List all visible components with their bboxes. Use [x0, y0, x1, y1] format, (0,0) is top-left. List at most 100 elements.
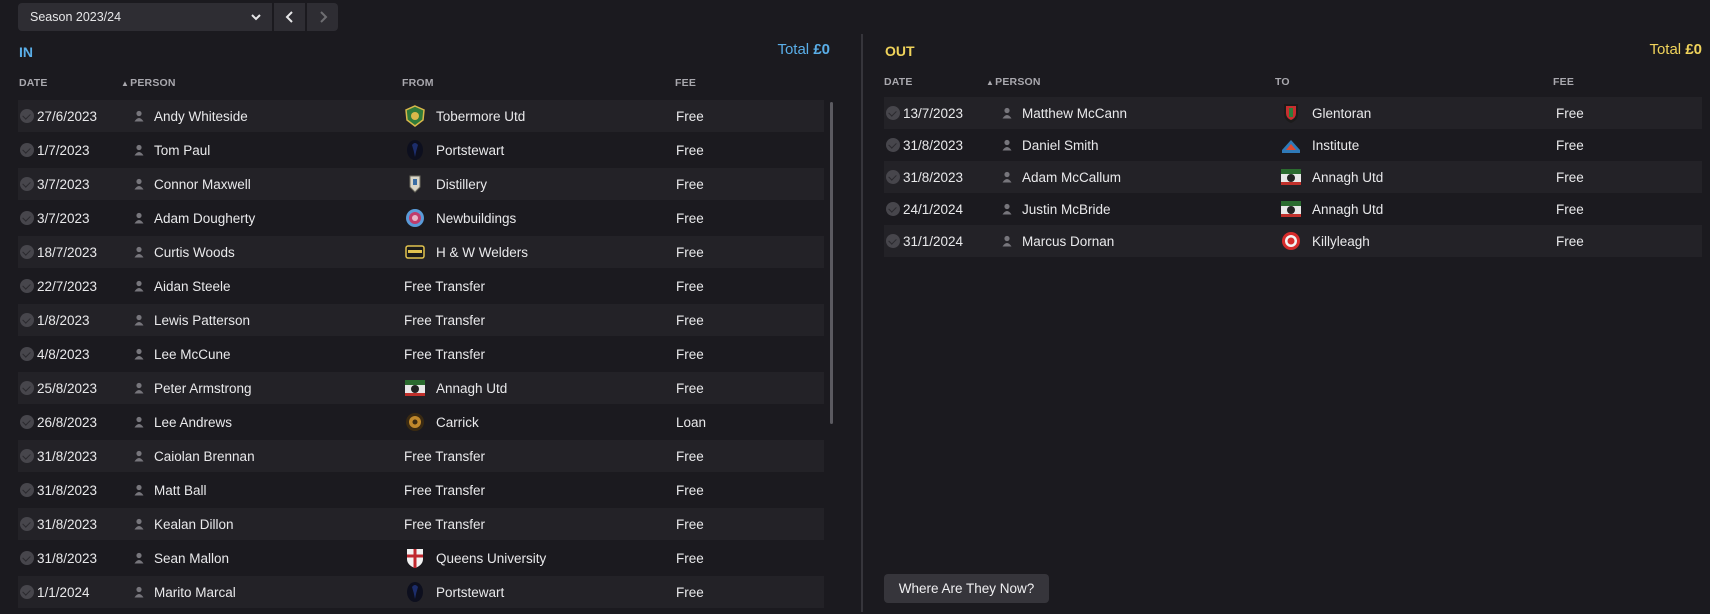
club-cell[interactable]: Institute	[1280, 129, 1359, 161]
person-cell[interactable]: Lee McCune	[134, 338, 231, 370]
out-col-fee[interactable]: FEE	[1553, 76, 1574, 88]
person-icon	[134, 382, 144, 394]
queens-badge-icon	[404, 547, 426, 569]
club-name: Distillery	[436, 176, 488, 192]
table-row[interactable]: 13/7/2023 Matthew McCann Glentoran Free	[884, 97, 1702, 129]
table-row[interactable]: 31/8/2023 Kealan Dillon Free Transfer Free	[18, 508, 824, 540]
previous-season-button[interactable]	[274, 3, 305, 31]
club-name: Free Transfer	[404, 278, 486, 294]
out-col-person[interactable]: ▲PERSON	[986, 76, 1041, 88]
person-cell[interactable]: Matt Ball	[134, 474, 207, 506]
table-row[interactable]: 31/8/2023 Matt Ball Free Transfer Free	[18, 474, 824, 506]
club-cell[interactable]: H & W Welders	[404, 236, 528, 268]
table-row[interactable]: 18/7/2023 Curtis Woods H & W Welders Free	[18, 236, 824, 268]
date-cell: 13/7/2023	[886, 97, 963, 129]
table-row[interactable]: 1/8/2023 Lewis Patterson Free Transfer Free	[18, 304, 824, 336]
in-col-from[interactable]: FROM	[402, 77, 434, 89]
date-cell: 26/8/2023	[20, 406, 97, 438]
person-cell[interactable]: Tom Paul	[134, 134, 210, 166]
check-icon	[20, 313, 34, 327]
table-row[interactable]: 1/1/2024 Marito Marcal Portstewart Free	[18, 576, 824, 608]
table-row[interactable]: 22/7/2023 Aidan Steele Free Transfer Free	[18, 270, 824, 302]
table-row[interactable]: 26/8/2023 Lee Andrews Carrick Loan	[18, 406, 824, 438]
person-icon	[1002, 107, 1012, 119]
next-season-button[interactable]	[307, 3, 338, 31]
person-cell[interactable]: Caiolan Brennan	[134, 440, 255, 472]
season-dropdown[interactable]: Season 2023/24	[18, 3, 272, 31]
table-row[interactable]: 27/6/2023 Andy Whiteside Tobermore Utd Free	[18, 100, 824, 132]
annagh-badge-icon	[1280, 166, 1302, 188]
person-cell[interactable]: Kealan Dillon	[134, 508, 234, 540]
season-label: Season 2023/24	[30, 10, 122, 24]
table-row[interactable]: 25/8/2023 Peter Armstrong Annagh Utd Free	[18, 372, 824, 404]
glentoran-badge-icon	[1280, 102, 1302, 124]
person-name: Connor Maxwell	[154, 176, 251, 192]
club-cell[interactable]: Annagh Utd	[1280, 161, 1383, 193]
club-name: Free Transfer	[404, 448, 486, 464]
person-cell[interactable]: Sean Mallon	[134, 542, 229, 574]
club-cell[interactable]: Queens University	[404, 542, 546, 574]
out-total: Total £0	[1649, 41, 1702, 58]
person-cell[interactable]: Lee Andrews	[134, 406, 232, 438]
person-icon	[1002, 235, 1012, 247]
club-cell[interactable]: Glentoran	[1280, 97, 1371, 129]
table-row[interactable]: 31/8/2023 Caiolan Brennan Free Transfer Fre…	[18, 440, 824, 472]
table-row[interactable]: 1/7/2023 Tom Paul Portstewart Free	[18, 134, 824, 166]
table-row[interactable]: 24/1/2024 Justin McBride Annagh Utd Free	[884, 193, 1702, 225]
carrick-badge-icon	[404, 411, 426, 433]
person-cell[interactable]: Daniel Smith	[1002, 129, 1099, 161]
table-row[interactable]: 31/8/2023 Daniel Smith Institute Free	[884, 129, 1702, 161]
person-cell[interactable]: Andy Whiteside	[134, 100, 248, 132]
person-cell[interactable]: Marcus Dornan	[1002, 225, 1114, 257]
in-scrollbar[interactable]	[830, 102, 833, 424]
in-col-person[interactable]: ▲PERSON	[121, 77, 176, 89]
table-row[interactable]: 31/8/2023 Sean Mallon Queens University Fre…	[18, 542, 824, 574]
table-row[interactable]: 3/7/2023 Connor Maxwell Distillery Free	[18, 168, 824, 200]
club-name: Queens University	[436, 550, 547, 566]
date-cell: 31/8/2023	[20, 508, 97, 540]
check-icon	[20, 381, 34, 395]
table-row[interactable]: 31/8/2023 Adam McCallum Annagh Utd Free	[884, 161, 1702, 193]
person-cell[interactable]: Justin McBride	[1002, 193, 1111, 225]
out-col-to[interactable]: TO	[1275, 76, 1290, 88]
club-cell[interactable]: Carrick	[404, 406, 479, 438]
in-col-date[interactable]: DATE	[19, 77, 48, 89]
person-cell[interactable]: Curtis Woods	[134, 236, 235, 268]
date-value: 31/1/2024	[903, 233, 964, 249]
person-cell[interactable]: Lewis Patterson	[134, 304, 250, 336]
date-value: 1/7/2023	[37, 142, 90, 158]
institute-badge-icon	[1280, 134, 1302, 156]
person-name: Matthew McCann	[1022, 105, 1128, 121]
date-value: 3/7/2023	[37, 176, 90, 192]
person-cell[interactable]: Peter Armstrong	[134, 372, 252, 404]
date-cell: 22/7/2023	[20, 270, 97, 302]
person-cell[interactable]: Aidan Steele	[134, 270, 231, 302]
date-cell: 3/7/2023	[20, 168, 90, 200]
club-cell[interactable]: Annagh Utd	[404, 372, 507, 404]
club-cell[interactable]: Newbuildings	[404, 202, 516, 234]
club-cell[interactable]: Portstewart	[404, 576, 504, 608]
out-total-label: Total	[1649, 41, 1682, 58]
person-name: Aidan Steele	[154, 278, 231, 294]
club-cell[interactable]: Distillery	[404, 168, 487, 200]
killyleagh-badge-icon	[1280, 230, 1302, 252]
person-cell[interactable]: Matthew McCann	[1002, 97, 1127, 129]
person-icon	[134, 178, 144, 190]
person-cell[interactable]: Connor Maxwell	[134, 168, 251, 200]
club-cell[interactable]: Tobermore Utd	[404, 100, 525, 132]
club-cell[interactable]: Annagh Utd	[1280, 193, 1383, 225]
in-col-fee[interactable]: FEE	[675, 77, 696, 89]
person-cell[interactable]: Adam Dougherty	[134, 202, 255, 234]
where-are-they-now-button[interactable]: Where Are They Now?	[884, 574, 1049, 603]
in-total-value: £0	[813, 41, 830, 58]
club-name: Institute	[1312, 137, 1360, 153]
person-icon	[134, 246, 144, 258]
club-cell[interactable]: Killyleagh	[1280, 225, 1370, 257]
club-cell[interactable]: Portstewart	[404, 134, 504, 166]
table-row[interactable]: 3/7/2023 Adam Dougherty Newbuildings Free	[18, 202, 824, 234]
out-col-date[interactable]: DATE	[884, 76, 913, 88]
table-row[interactable]: 4/8/2023 Lee McCune Free Transfer Free	[18, 338, 824, 370]
person-cell[interactable]: Adam McCallum	[1002, 161, 1121, 193]
table-row[interactable]: 31/1/2024 Marcus Dornan Killyleagh Free	[884, 225, 1702, 257]
person-cell[interactable]: Marito Marcal	[134, 576, 236, 608]
